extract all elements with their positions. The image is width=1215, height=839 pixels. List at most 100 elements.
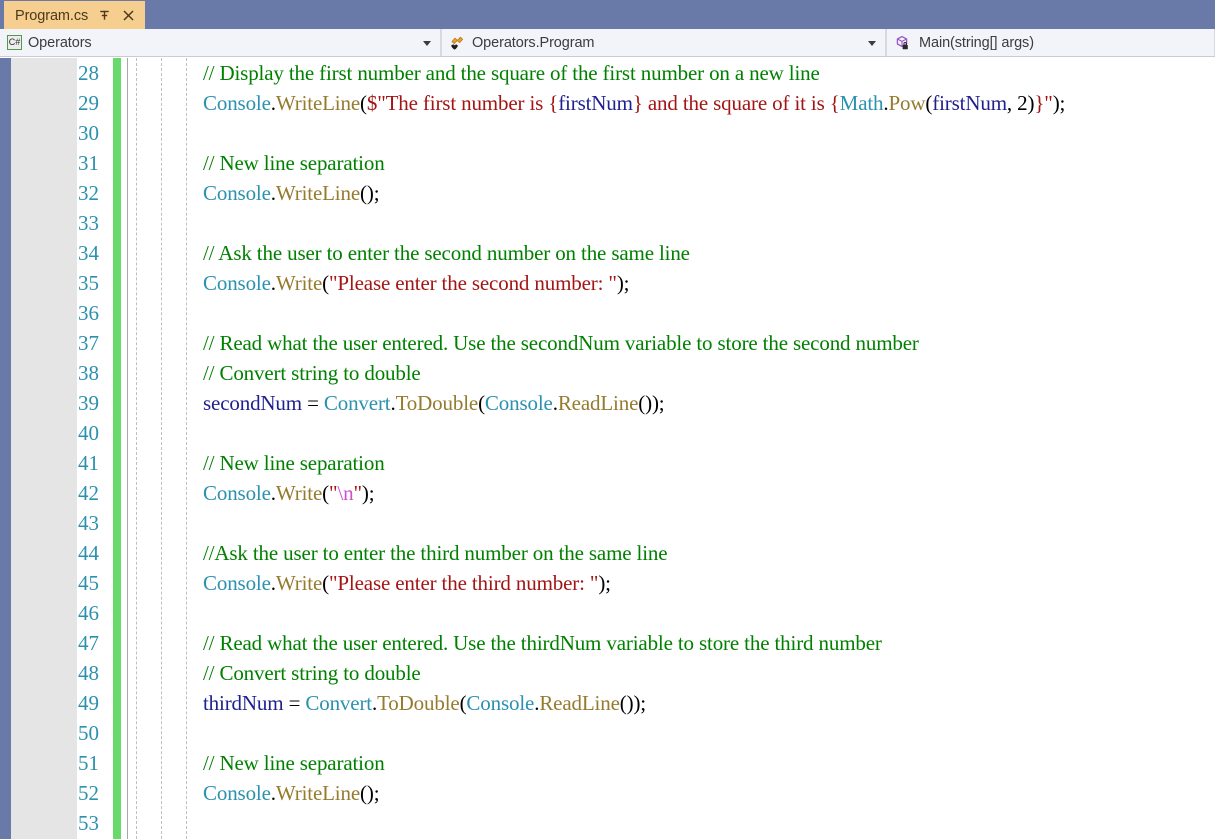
code-token: // New line separation [203, 751, 385, 775]
code-line[interactable]: 28 // Display the first number and the sq… [0, 58, 1215, 88]
code-line[interactable]: 50 [0, 718, 1215, 748]
code-line[interactable]: 30 [0, 118, 1215, 148]
code-line[interactable]: 34 // Ask the user to enter the second nu… [0, 238, 1215, 268]
code-token: ( [360, 91, 367, 115]
line-number: 49 [78, 691, 99, 715]
code-line[interactable]: 41 // New line separation [0, 448, 1215, 478]
code-line-text[interactable]: Console.Write("Please enter the third nu… [203, 568, 611, 598]
code-line-text[interactable]: secondNum = Convert.ToDouble(Console.Rea… [203, 388, 665, 418]
navbar-member-dropdown[interactable]: Main(string[] args) [886, 29, 1215, 56]
code-line[interactable]: 40 [0, 418, 1215, 448]
code-line-text[interactable]: // Convert string to double [203, 658, 421, 688]
code-token: { [829, 91, 840, 115]
navbar-type-dropdown[interactable]: Operators.Program [441, 29, 886, 56]
line-number: 35 [78, 271, 99, 295]
code-token: \n [337, 481, 354, 505]
code-token: // Convert string to double [203, 661, 421, 685]
code-line-text[interactable]: // New line separation [203, 448, 385, 478]
code-token: ); [616, 271, 630, 295]
code-line[interactable]: 37 // Read what the user entered. Use the… [0, 328, 1215, 358]
code-line-text[interactable]: // Ask the user to enter the second numb… [203, 238, 690, 268]
code-token: = [283, 691, 306, 715]
class-icon [449, 35, 466, 51]
code-line[interactable]: 31 // New line separation [0, 148, 1215, 178]
code-token: , [1006, 91, 1018, 115]
code-line-text[interactable]: // New line separation [203, 148, 385, 178]
code-line[interactable]: 51 // New line separation [0, 748, 1215, 778]
code-line[interactable]: 38 // Convert string to double [0, 358, 1215, 388]
csharp-file-icon: C# [7, 35, 22, 50]
code-line[interactable]: 36 [0, 298, 1215, 328]
code-line[interactable]: 29 Console.WriteLine($"The first number i… [0, 88, 1215, 118]
code-line[interactable]: 32 Console.WriteLine(); [0, 178, 1215, 208]
code-line-text[interactable]: thirdNum = Convert.ToDouble(Console.Read… [203, 688, 646, 718]
line-number: 50 [78, 721, 99, 745]
code-line[interactable]: 47 // Read what the user entered. Use the… [0, 628, 1215, 658]
code-line-text[interactable]: Console.WriteLine(); [203, 178, 380, 208]
line-number: 42 [78, 481, 99, 505]
line-number: 53 [78, 811, 99, 835]
navbar-project-dropdown[interactable]: C# Operators [0, 29, 441, 56]
code-token: Console [466, 691, 535, 715]
code-token: ReadLine [539, 691, 620, 715]
code-line-text[interactable]: // New line separation [203, 748, 385, 778]
code-line[interactable]: 42 Console.Write("\n"); [0, 478, 1215, 508]
code-line-text[interactable]: // Display the first number and the squa… [203, 58, 820, 88]
code-line[interactable]: 35 Console.Write("Please enter the second… [0, 268, 1215, 298]
code-token: } [632, 91, 643, 115]
code-token: Console [203, 181, 271, 205]
code-line[interactable]: 33 [0, 208, 1215, 238]
code-token: Console [203, 271, 271, 295]
code-token: // Read what the user entered. Use the s… [203, 331, 919, 355]
code-line[interactable]: 43 [0, 508, 1215, 538]
code-token: WriteLine [275, 181, 361, 205]
pin-icon[interactable] [97, 8, 112, 23]
code-line[interactable]: 45 Console.Write("Please enter the third … [0, 568, 1215, 598]
code-token: ToDouble [395, 391, 479, 415]
code-line[interactable]: 46 [0, 598, 1215, 628]
code-token: WriteLine [275, 781, 361, 805]
code-token: Console [203, 781, 271, 805]
code-token: { [548, 91, 559, 115]
code-token: " [353, 481, 362, 505]
code-line[interactable]: 52 Console.WriteLine(); [0, 778, 1215, 808]
line-number: 37 [78, 331, 99, 355]
code-line-text[interactable]: //Ask the user to enter the third number… [203, 538, 668, 568]
code-token: (); [360, 781, 380, 805]
code-token: and the square of it is [642, 91, 830, 115]
code-line[interactable]: 44 //Ask the user to enter the third numb… [0, 538, 1215, 568]
code-token: "Please enter the third number: " [328, 571, 599, 595]
code-line[interactable]: 48 // Convert string to double [0, 658, 1215, 688]
code-line-text[interactable]: // Read what the user entered. Use the s… [203, 328, 919, 358]
code-line-text[interactable]: Console.Write("\n"); [203, 478, 375, 508]
chevron-down-icon[interactable] [868, 40, 876, 46]
code-token: ); [598, 571, 611, 595]
code-line[interactable]: 53 [0, 808, 1215, 838]
code-token: ReadLine [557, 391, 639, 415]
close-icon[interactable] [121, 8, 136, 23]
code-line-text[interactable]: // Read what the user entered. Use the t… [203, 628, 882, 658]
code-token: Math [839, 91, 884, 115]
code-token: } [1034, 91, 1045, 115]
code-token: (); [360, 181, 380, 205]
code-token: ( [322, 571, 329, 595]
code-token: Convert [323, 391, 391, 415]
editor-tab-program-cs[interactable]: Program.cs [4, 1, 146, 29]
code-line-text[interactable]: // Convert string to double [203, 358, 421, 388]
code-token: // Read what the user entered. Use the t… [203, 631, 882, 655]
code-line[interactable]: 49 thirdNum = Convert.ToDouble(Console.Re… [0, 688, 1215, 718]
chevron-down-icon[interactable] [423, 40, 431, 46]
editor-tab-strip: Program.cs [0, 0, 1215, 29]
line-number: 47 [78, 631, 99, 655]
code-line[interactable]: 39 secondNum = Convert.ToDouble(Console.R… [0, 388, 1215, 418]
navbar-member-label: Main(string[] args) [919, 34, 1034, 51]
code-line-text[interactable]: Console.WriteLine(); [203, 778, 380, 808]
code-line-text[interactable]: Console.WriteLine($"The first number is … [203, 88, 1065, 118]
code-editor[interactable]: 28 // Display the first number and the sq… [0, 58, 1215, 839]
code-lines-container[interactable]: 28 // Display the first number and the sq… [0, 58, 1215, 838]
line-number: 36 [78, 301, 99, 325]
line-number: 40 [78, 421, 99, 445]
code-token: Console [203, 91, 271, 115]
code-line-text[interactable]: Console.Write("Please enter the second n… [203, 268, 630, 298]
navigation-bar: C# Operators Operators.Program Main(stri… [0, 29, 1215, 57]
